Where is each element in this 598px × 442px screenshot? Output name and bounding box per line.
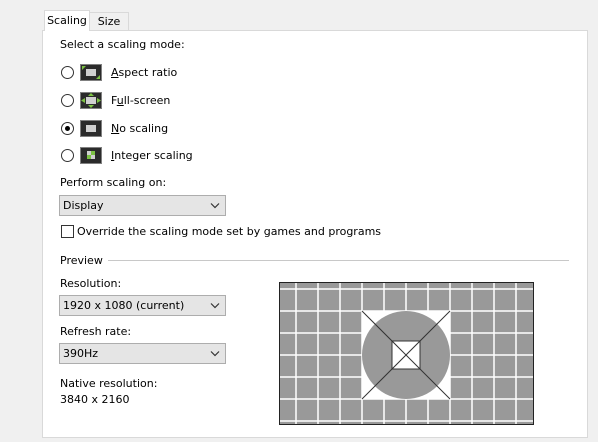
integer-scaling-radio[interactable]	[61, 149, 74, 162]
nvidia-display-settings: Scaling Size Select a scaling mode: Aspe…	[0, 0, 598, 442]
refresh-rate-dropdown[interactable]: 390Hz	[59, 343, 226, 364]
resolution-dropdown[interactable]: 1920 x 1080 (current)	[59, 295, 226, 316]
preview-group-divider	[108, 260, 569, 261]
chevron-down-icon	[210, 203, 220, 209]
no-scaling-icon	[80, 120, 102, 137]
perform-scaling-label: Perform scaling on:	[60, 176, 167, 189]
scaling-mode-heading: Select a scaling mode:	[60, 38, 185, 51]
resolution-value: 1920 x 1080 (current)	[63, 299, 185, 312]
refresh-rate-value: 390Hz	[63, 347, 99, 360]
aspect-ratio-icon	[80, 64, 102, 81]
integer-scaling-label[interactable]: Integer scaling	[111, 149, 193, 163]
no-scaling-label[interactable]: No scaling	[111, 122, 168, 136]
preview-test-pattern	[280, 283, 533, 424]
override-checkbox[interactable]	[61, 225, 74, 238]
tab-scaling[interactable]: Scaling	[44, 10, 90, 31]
perform-scaling-value: Display	[63, 199, 104, 212]
preview-group-label: Preview	[60, 254, 103, 267]
aspect-ratio-radio[interactable]	[61, 66, 74, 79]
native-resolution-label: Native resolution:	[60, 377, 158, 390]
integer-scaling-icon	[80, 147, 102, 164]
scaling-preview	[279, 282, 534, 425]
full-screen-label[interactable]: Full-screen	[111, 94, 170, 108]
chevron-down-icon	[210, 351, 220, 357]
tab-size[interactable]: Size	[89, 12, 129, 30]
override-label[interactable]: Override the scaling mode set by games a…	[77, 225, 381, 239]
no-scaling-radio[interactable]	[61, 122, 74, 135]
perform-scaling-dropdown[interactable]: Display	[59, 195, 226, 216]
native-resolution-value: 3840 x 2160	[60, 393, 130, 406]
aspect-ratio-label[interactable]: Aspect ratio	[111, 66, 177, 80]
radio-selected-dot	[65, 126, 70, 131]
full-screen-radio[interactable]	[61, 94, 74, 107]
chevron-down-icon	[210, 303, 220, 309]
refresh-rate-label: Refresh rate:	[60, 325, 132, 338]
resolution-label: Resolution:	[60, 277, 122, 290]
full-screen-icon	[80, 92, 102, 109]
